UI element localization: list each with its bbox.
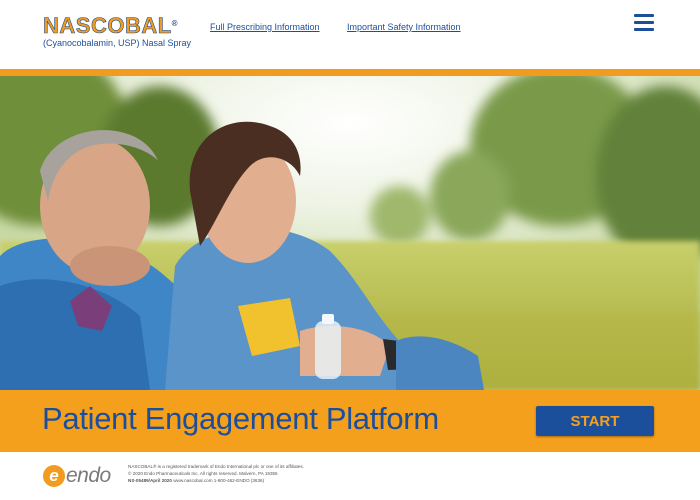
legal-code: NS-05489/April 2020: [128, 478, 172, 483]
legal-trademark: NASCOBAL® is a registered trademark of E…: [128, 464, 304, 469]
site-footer: e endo NASCOBAL® is a registered tradema…: [0, 452, 700, 500]
endo-wordmark: endo: [66, 464, 111, 487]
title-banner: Patient Engagement Platform START: [0, 390, 700, 452]
nascobal-logo[interactable]: NASCOBAL® (Cyanocobalamin, USP) Nasal Sp…: [43, 13, 192, 49]
endo-logo: e endo: [43, 464, 111, 487]
logo-wordmark: NASCOBAL®: [43, 13, 179, 38]
hamburger-menu-icon[interactable]: [634, 14, 656, 34]
legal-contact: www.nascobal.com 1-800-462-ENDO (3636): [173, 478, 265, 483]
legal-copyright: © 2020 Endo Pharmaceuticals Inc. All rig…: [128, 471, 278, 476]
header-accent-bar: [0, 69, 700, 76]
endo-mark-icon: e: [43, 465, 65, 487]
full-prescribing-information-link[interactable]: Full Prescribing Information: [210, 22, 320, 32]
legal-text: NASCOBAL® is a registered trademark of E…: [128, 463, 304, 484]
hero-image: [0, 76, 700, 390]
legal-contact-line: NS-05489/April 2020 www.nascobal.com 1-8…: [128, 477, 304, 484]
site-header: NASCOBAL® (Cyanocobalamin, USP) Nasal Sp…: [0, 0, 700, 70]
start-button[interactable]: START: [536, 406, 654, 436]
logo-registered-mark: ®: [171, 19, 179, 28]
page-title: Patient Engagement Platform: [42, 401, 439, 436]
logo-subtitle: (Cyanocobalamin, USP) Nasal Spray: [43, 38, 192, 48]
important-safety-information-link[interactable]: Important Safety Information: [347, 22, 461, 32]
